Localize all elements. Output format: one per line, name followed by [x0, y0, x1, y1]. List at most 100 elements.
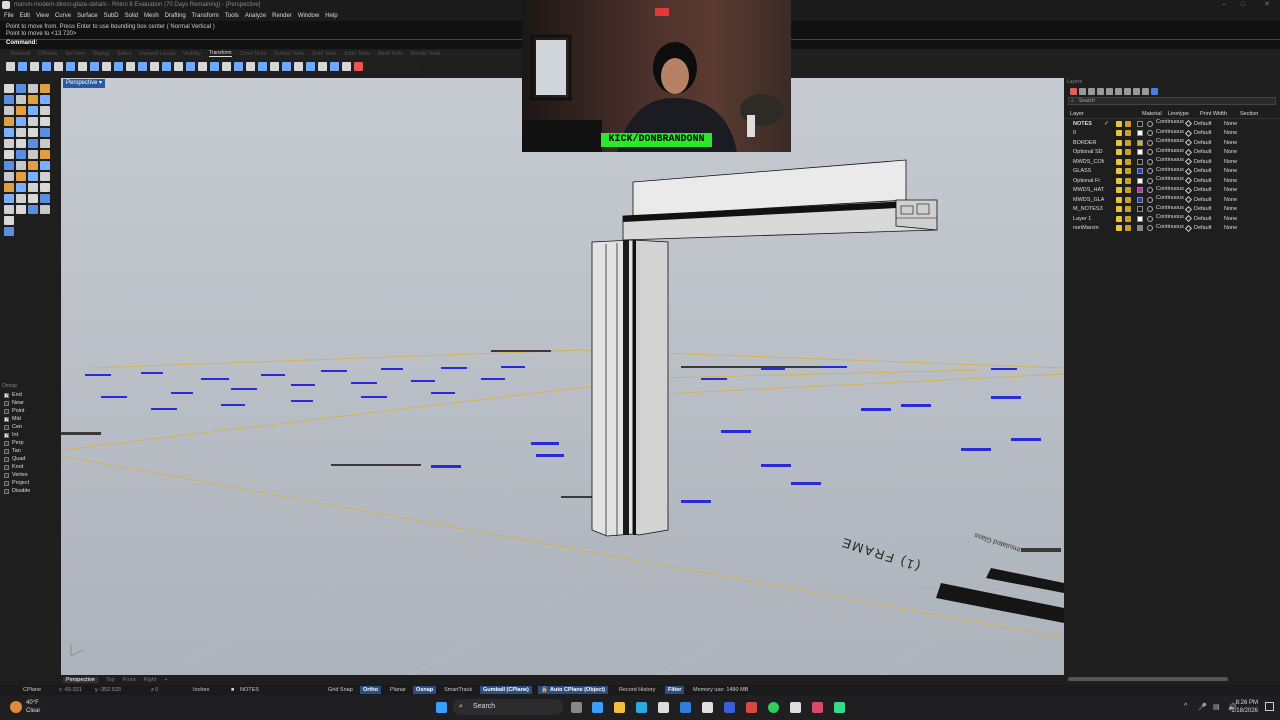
layer-name[interactable]: Layer 1: [1064, 216, 1104, 222]
lightbulb-icon[interactable]: [1116, 187, 1122, 194]
osnap-checkbox[interactable]: [4, 400, 9, 406]
boolean-icon[interactable]: [16, 128, 26, 137]
join-icon[interactable]: [16, 139, 26, 148]
layer-color-swatch[interactable]: [1137, 120, 1143, 127]
tab-right[interactable]: Right: [143, 677, 156, 683]
tab-curve-tools[interactable]: Curve Tools: [240, 51, 266, 57]
lock-icon[interactable]: [1125, 177, 1131, 184]
layer-print-width[interactable]: Default: [1184, 177, 1224, 185]
scale-2d-icon[interactable]: [282, 61, 291, 71]
menu-drafting[interactable]: Drafting: [165, 13, 186, 19]
layer-color-swatch[interactable]: [1137, 206, 1143, 213]
osnap-checkbox[interactable]: ✓: [4, 432, 9, 438]
spotify-icon[interactable]: [768, 702, 779, 713]
menu-mesh[interactable]: Mesh: [144, 13, 159, 19]
help-icon[interactable]: [1151, 87, 1158, 95]
layer-section[interactable]: None: [1224, 140, 1237, 146]
tab-display[interactable]: Display: [93, 51, 109, 57]
layer-color-swatch[interactable]: [1137, 139, 1143, 146]
material-icon[interactable]: [1147, 158, 1153, 165]
lightbulb-icon[interactable]: [1116, 177, 1122, 184]
layer-print-width[interactable]: Default: [1184, 120, 1224, 128]
text-icon[interactable]: [16, 150, 26, 159]
layer-color-swatch[interactable]: [1137, 196, 1143, 203]
mesh-icon[interactable]: [28, 128, 38, 137]
store-icon[interactable]: [658, 702, 669, 713]
layer-print-width[interactable]: Default: [1184, 148, 1224, 156]
menu-view[interactable]: View: [36, 13, 49, 19]
scale-1d-icon[interactable]: [270, 61, 279, 71]
layer-row[interactable]: BORDER Continuous Default None: [1064, 138, 1280, 148]
material-icon[interactable]: [1147, 196, 1153, 203]
layer-name[interactable]: MWDS_GLAS: [1064, 197, 1104, 203]
lightbulb-icon[interactable]: [1116, 168, 1122, 175]
tab-render-tools[interactable]: Render Tools: [411, 51, 440, 57]
column-print-width[interactable]: Print Width: [1194, 111, 1240, 117]
lightbulb-icon[interactable]: [1116, 206, 1122, 213]
current-layer-check-icon[interactable]: ✓: [1104, 120, 1116, 127]
snapshot-icon[interactable]: [28, 161, 38, 170]
layer-section[interactable]: None: [1224, 197, 1237, 203]
curve-icon[interactable]: [40, 194, 50, 203]
project-icon[interactable]: [16, 172, 26, 181]
solid-icon[interactable]: [4, 128, 14, 137]
tab-select[interactable]: Select: [117, 51, 131, 57]
dimension-icon[interactable]: [4, 150, 14, 159]
layer-linetype[interactable]: Continuous: [1156, 119, 1186, 128]
layer-print-width[interactable]: Default: [1184, 205, 1224, 213]
properties-icon[interactable]: [16, 183, 26, 192]
layer-color-swatch[interactable]: [1137, 215, 1143, 222]
filter-icon[interactable]: [1124, 87, 1131, 95]
microphone-icon[interactable]: 🎤: [1198, 703, 1207, 711]
freeform-icon[interactable]: [16, 106, 26, 115]
tab-set-view[interactable]: Set View: [65, 51, 85, 57]
taskbar-clock[interactable]: 8:26 PM 1/18/2026: [1231, 699, 1258, 715]
layer-color-swatch[interactable]: [1137, 158, 1143, 165]
column-linetype[interactable]: Linetype: [1168, 111, 1194, 117]
lightbulb-icon[interactable]: [1116, 130, 1122, 137]
status-layer[interactable]: NOTES: [237, 686, 262, 694]
osnap-item[interactable]: Knot: [0, 463, 60, 471]
material-icon[interactable]: [1147, 120, 1153, 127]
layer-print-width[interactable]: Default: [1184, 139, 1224, 147]
osnap-item[interactable]: Vertex: [0, 471, 60, 479]
layer-linetype[interactable]: Continuous: [1156, 214, 1186, 223]
fillet-icon[interactable]: [40, 106, 50, 115]
osnap-item[interactable]: ✓ End: [0, 391, 60, 399]
lightbulb-icon[interactable]: [1116, 196, 1122, 203]
point-icon[interactable]: [16, 194, 26, 203]
rectangle-icon[interactable]: [40, 205, 50, 214]
tools-icon[interactable]: [1133, 87, 1140, 95]
settings-icon[interactable]: [40, 161, 50, 170]
app-icon[interactable]: [812, 702, 823, 713]
osnap-item[interactable]: Project: [0, 479, 60, 487]
lock-icon[interactable]: [1125, 206, 1131, 213]
osnap-checkbox[interactable]: [4, 472, 9, 478]
status-units[interactable]: Inches: [190, 686, 212, 694]
osnap-checkbox[interactable]: [4, 448, 9, 454]
status-layer-swatch[interactable]: ■: [228, 686, 237, 694]
shear-icon[interactable]: [150, 61, 159, 71]
lightbulb-icon[interactable]: [1116, 120, 1122, 127]
offset-icon[interactable]: [28, 106, 38, 115]
hatch-icon[interactable]: [28, 150, 38, 159]
layer-section[interactable]: None: [1224, 187, 1237, 193]
start-icon[interactable]: [436, 702, 447, 713]
rhino-taskbar-icon[interactable]: [790, 702, 801, 713]
record-history-toggle[interactable]: Record History: [616, 686, 658, 694]
grid-snap-toggle[interactable]: Grid Snap: [325, 686, 356, 694]
osnap-checkbox[interactable]: [4, 440, 9, 446]
arc-icon[interactable]: [16, 95, 26, 104]
material-icon[interactable]: [1147, 139, 1153, 146]
lock-icon[interactable]: [1125, 149, 1131, 156]
move-parent-icon[interactable]: [1115, 87, 1122, 95]
delete-layer-icon[interactable]: [1088, 87, 1095, 95]
layer-row[interactable]: NOTES ✓ Continuous Default None: [1064, 119, 1280, 129]
lock-icon[interactable]: [1125, 225, 1131, 232]
file-explorer-icon[interactable]: [614, 702, 625, 713]
material-icon[interactable]: [1147, 215, 1153, 222]
outlook-icon[interactable]: [724, 702, 735, 713]
twist-icon[interactable]: [102, 61, 111, 71]
layer-print-width[interactable]: Default: [1184, 167, 1224, 175]
history-icon[interactable]: [354, 61, 363, 71]
